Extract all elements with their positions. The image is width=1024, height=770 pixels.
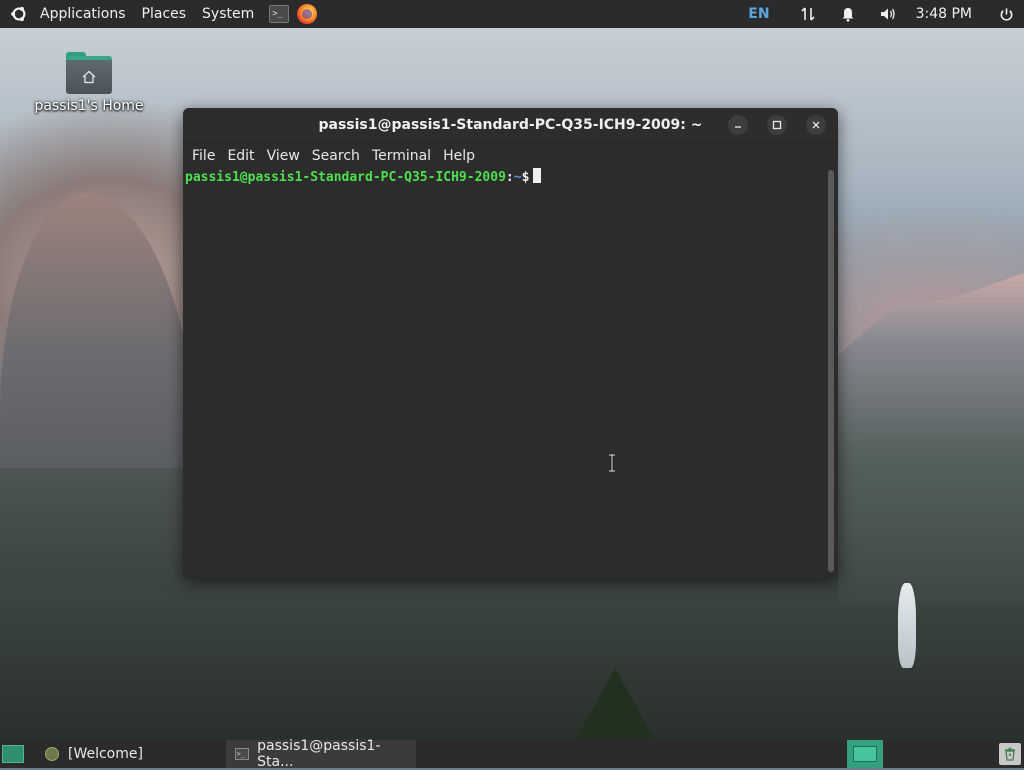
workspace-switcher[interactable] — [847, 740, 883, 768]
menu-terminal[interactable]: Terminal — [366, 143, 437, 169]
terminal-menubar: File Edit View Search Terminal Help — [183, 143, 838, 169]
firefox-icon — [297, 4, 318, 24]
menu-file[interactable]: File — [186, 143, 221, 169]
applications-menu[interactable]: Applications — [32, 0, 134, 28]
maximize-button[interactable] — [767, 115, 787, 135]
top-panel: Applications Places System >_ EN 3:48 PM — [0, 0, 1024, 28]
desktop-icon-home[interactable]: passis1's Home — [30, 52, 148, 114]
trash-icon[interactable] — [999, 743, 1021, 765]
taskbar-item-label: [Welcome] — [68, 746, 143, 762]
prompt-path: ~ — [513, 170, 522, 185]
clock[interactable]: 3:48 PM — [916, 6, 972, 22]
text-cursor — [533, 168, 542, 183]
terminal-icon: >_ — [269, 5, 290, 23]
terminal-text-area[interactable]: passis1@passis1-Standard-PC-Q35-ICH9-200… — [183, 168, 838, 578]
keyboard-layout-indicator[interactable]: EN — [748, 6, 769, 22]
terminal-scrollbar[interactable] — [828, 170, 834, 572]
terminal-icon: >_ — [234, 746, 249, 762]
workspace-1[interactable] — [853, 746, 877, 762]
menu-search[interactable]: Search — [306, 143, 366, 169]
power-icon[interactable] — [998, 6, 1014, 22]
system-tray: EN 3:48 PM — [748, 0, 1024, 28]
prompt-user-host: passis1@passis1-Standard-PC-Q35-ICH9-200… — [185, 170, 506, 185]
show-desktop-button[interactable] — [2, 745, 24, 763]
ibeam-cursor-icon — [609, 454, 615, 472]
welcome-icon — [44, 746, 60, 762]
taskbar-item-welcome[interactable]: [Welcome] — [36, 740, 226, 768]
notification-bell-icon[interactable] — [840, 6, 856, 22]
close-button[interactable] — [806, 115, 826, 135]
volume-icon[interactable] — [880, 6, 896, 22]
maximize-icon — [772, 120, 782, 130]
menu-view[interactable]: View — [261, 143, 306, 169]
menu-help[interactable]: Help — [437, 143, 481, 169]
minimize-icon — [735, 126, 741, 128]
close-icon — [812, 121, 820, 129]
panel-menu: Applications Places System >_ — [0, 0, 318, 28]
prompt-separator: : — [505, 170, 514, 185]
terminal-window: passis1@passis1-Standard-PC-Q35-ICH9-200… — [183, 108, 838, 578]
terminal-launcher[interactable]: >_ — [268, 4, 290, 24]
places-menu[interactable]: Places — [134, 0, 195, 28]
taskbar-item-label: passis1@passis1-Sta... — [257, 738, 381, 770]
window-titlebar[interactable]: passis1@passis1-Standard-PC-Q35-ICH9-200… — [183, 108, 838, 143]
system-menu[interactable]: System — [194, 0, 262, 28]
ubuntu-logo-icon[interactable] — [10, 5, 28, 23]
menu-edit[interactable]: Edit — [221, 143, 260, 169]
wallpaper-ridge — [838, 273, 1024, 603]
minimize-button[interactable] — [728, 115, 748, 135]
home-folder-icon — [66, 52, 112, 94]
window-title: passis1@passis1-Standard-PC-Q35-ICH9-200… — [318, 117, 703, 133]
bottom-panel: [Welcome] >_ passis1@passis1-Sta... — [0, 738, 1024, 770]
firefox-launcher[interactable] — [296, 4, 318, 24]
taskbar-item-terminal[interactable]: >_ passis1@passis1-Sta... — [226, 738, 416, 770]
prompt-symbol: $ — [521, 170, 530, 185]
prompt-line: passis1@passis1-Standard-PC-Q35-ICH9-200… — [185, 168, 542, 187]
network-icon[interactable] — [800, 6, 816, 22]
wallpaper-waterfall — [898, 583, 916, 668]
desktop-icon-label: passis1's Home — [34, 98, 144, 114]
house-icon — [82, 70, 96, 84]
